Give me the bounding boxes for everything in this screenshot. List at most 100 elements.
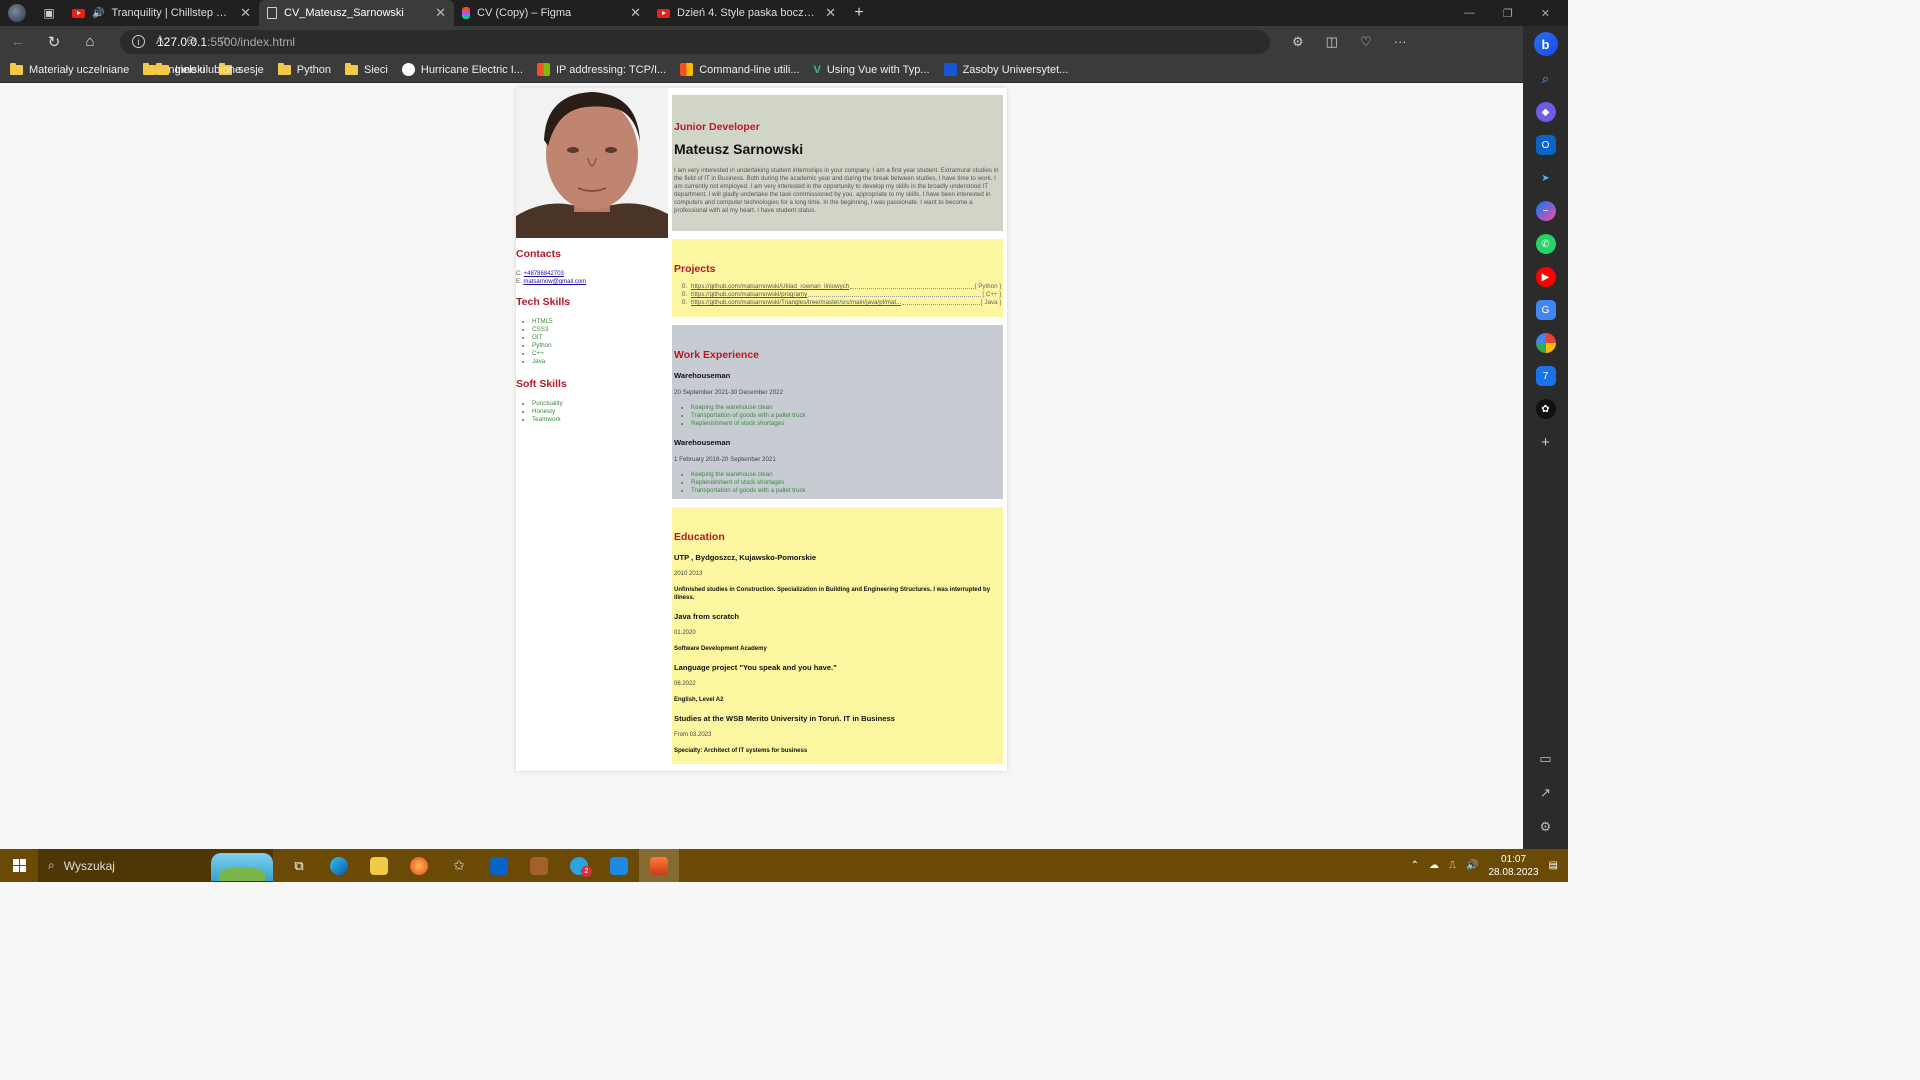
vue-icon: V [813,63,821,76]
open-external-icon[interactable]: ↗ [1540,785,1551,801]
read-aloud-icon[interactable]: A [156,33,164,47]
minimize-icon[interactable]: — [1464,7,1475,19]
work-title: Work Experience [674,349,760,361]
person-name: Mateusz Sarnowski [674,141,804,157]
job-dates: 1 February 2018-20 September 2021 [674,456,776,463]
speaker-icon[interactable]: 🔊 [92,8,104,19]
sidebar-toggle-icon[interactable]: ▭ [1539,751,1551,767]
list-item: CSS3 [532,326,668,334]
taskbar-outlook[interactable] [479,849,519,882]
tab-bar: ▣ 🔊 Tranquility | Chillstep Mix [2 ✕ CV_… [0,0,1568,26]
list-item: Transportation of goods with a pallet tr… [691,412,1001,420]
extensions-icon[interactable]: ⚙ [1292,34,1304,50]
chatgpt-icon[interactable]: ✿ [1535,399,1556,419]
bookmark-link[interactable]: Command-line utili... [680,63,800,76]
close-window-icon[interactable]: ✕ [1541,7,1550,20]
list-item: Keeping the warehouse clean [691,404,1001,412]
window-controls: — ❐ ✕ [1464,0,1568,26]
other-favorites[interactable]: Inne ulubione [156,63,487,76]
project-link[interactable]: https://github.com/matsarnowski/Uklad_ro… [691,283,849,291]
university-icon [943,63,957,76]
close-tab-icon[interactable]: ✕ [240,5,251,21]
home-button[interactable]: ⌂ [72,33,108,50]
taskbar-firefox[interactable] [399,849,439,882]
split-screen-icon[interactable]: ◫ [1326,34,1338,50]
education-item-description: Software Development Academy [674,646,767,652]
winrar-icon [530,856,548,875]
bing-copilot-icon[interactable]: b [1533,32,1558,56]
education-section: Education UTP , Bydgoszcz, Kujawsko-Pomo… [672,507,1003,764]
taskbar-pinned[interactable]: ✩ [439,849,479,882]
taskbar-explorer[interactable] [359,849,399,882]
bookmark-link[interactable]: Zasoby Uniwersytet... [943,63,1068,76]
education-item-date: 06.2022 [674,681,696,687]
start-button[interactable] [0,849,38,882]
settings-icon[interactable]: ⚙ [1540,819,1552,835]
site-info-icon[interactable]: i [132,35,145,48]
header-section: Junior Developer Mateusz Sarnowski I am … [672,95,1003,231]
refresh-button[interactable]: ↻ [36,33,72,51]
outlook-icon[interactable]: O [1535,135,1556,155]
bookmark-folder[interactable]: Materiały uczelniane [10,62,129,76]
restore-icon[interactable]: ❐ [1503,7,1513,20]
more-menu-icon[interactable]: ··· [1394,34,1407,50]
microsoft-icon [680,63,694,76]
list-item: Transportation of goods with a pallet tr… [691,487,1001,495]
search-icon[interactable]: ⌕ [1536,69,1556,89]
bookmark-link[interactable]: IP addressing: TCP/I... [536,63,666,76]
taskbar-edge[interactable] [319,849,359,882]
folder-icon [370,856,388,875]
profile-avatar[interactable] [0,0,34,26]
edge-icon [330,856,348,875]
taskbar-winrar[interactable] [519,849,559,882]
taskbar-vscode[interactable] [599,849,639,882]
onedrive-icon[interactable]: ☁ [1429,860,1439,871]
tab-figma[interactable]: CV (Copy) – Figma ✕ [454,0,649,26]
browser-essentials-icon[interactable]: ♡ [1360,34,1372,50]
tab-cv[interactable]: CV_Mateusz_Sarnowski ✕ [259,0,454,26]
clock[interactable]: 01:07 28.08.2023 [1488,853,1538,879]
zoom-icon[interactable]: ⊖ [186,33,196,47]
calendar-icon[interactable]: 7 [1535,366,1556,386]
tab-youtube-day4[interactable]: Dzień 4. Style paska bocznego - ✕ [649,0,844,26]
translate-icon[interactable]: G [1535,300,1556,320]
favorite-star-icon[interactable]: ☆ [218,33,229,47]
address-bar: ← ↻ ⌂ i 127.0.0.1:5500/index.html A ⊖ ☆ … [0,26,1523,57]
taskbar-telegram[interactable]: 2 [559,849,599,882]
send-icon[interactable]: ➤ [1536,168,1556,188]
network-icon[interactable]: ⎍ [1449,860,1456,871]
right-column: Junior Developer Mateusz Sarnowski I am … [672,95,1003,772]
phone-link[interactable]: +48786842703 [524,271,564,277]
project-link[interactable]: https://github.com/matsarnowski/programy [691,291,807,299]
project-item: https://github.com/matsarnowski/Uklad_ro… [691,283,1001,291]
url-field[interactable]: i 127.0.0.1:5500/index.html A ⊖ ☆ [120,29,1270,54]
chevron-up-icon[interactable]: ⌃ [1411,860,1419,871]
close-tab-icon[interactable]: ✕ [435,5,446,21]
shopping-icon[interactable]: ◆ [1535,102,1556,122]
close-tab-icon[interactable]: ✕ [630,5,641,21]
edge-sidebar: b ⌕ ◆ O ➤ ~ ✆ ▶ G 7 ✿ + ▭ ↗ ⚙ [1523,26,1568,849]
tab-title: Dzień 4. Style paska bocznego - [677,7,818,19]
job-dates: 20 September 2021-30 December 2022 [674,389,784,396]
taskbar-search[interactable]: ⌕ Wyszukaj [38,849,273,882]
youtube-music-icon[interactable]: ▶ [1535,267,1556,287]
back-button[interactable]: ← [0,33,36,50]
new-tab-button[interactable]: + [844,0,874,26]
folder-icon [156,63,169,75]
google-icon[interactable] [1535,333,1556,353]
add-icon[interactable]: + [1536,432,1556,452]
whatsapp-icon[interactable]: ✆ [1535,234,1556,254]
bookmark-link[interactable]: V Using Vue with Typ... [814,64,930,76]
taskbar-active-app[interactable] [639,849,679,882]
tab-youtube-chillstep[interactable]: 🔊 Tranquility | Chillstep Mix [2 ✕ [64,0,259,26]
contacts-title: Contacts [516,248,561,260]
education-item-title: Java from scratch [674,612,740,621]
email-link[interactable]: matsarnow@gmail.com [523,279,586,285]
workspaces-icon[interactable]: ▣ [34,0,64,26]
volume-icon[interactable]: 🔊 [1466,860,1478,871]
task-view-button[interactable]: ⧉ [279,849,319,882]
close-tab-icon[interactable]: ✕ [825,5,836,21]
project-link[interactable]: https://github.com/matsarnowski/Triangle… [691,299,901,307]
messenger-icon[interactable]: ~ [1535,201,1556,221]
notifications-icon[interactable]: ▤ [1549,860,1558,871]
